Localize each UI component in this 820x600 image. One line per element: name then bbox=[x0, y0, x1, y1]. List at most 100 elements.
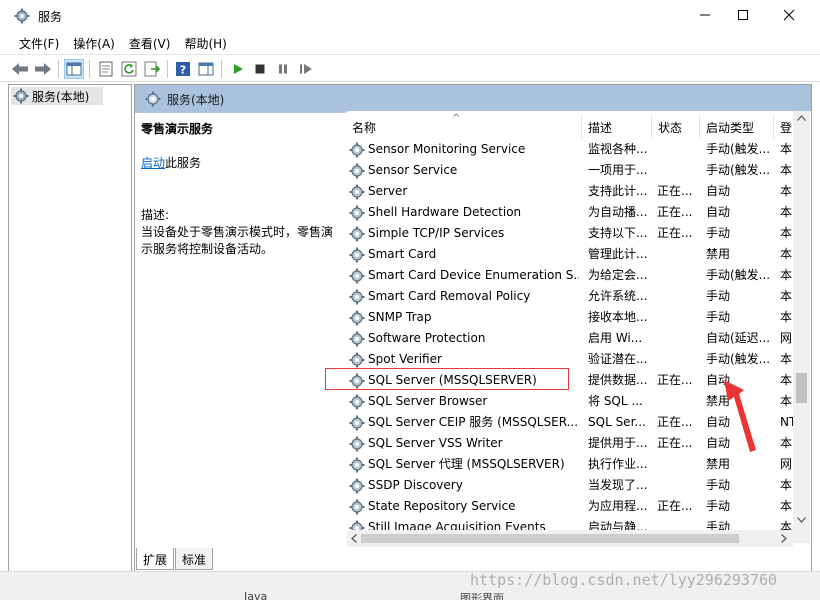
service-row[interactable]: Shell Hardware Detection 为自动播... 正在... 自动本 bbox=[342, 202, 802, 223]
service-description: SQL Ser... bbox=[588, 415, 646, 429]
service-name-cell: Smart Card Device Enumeration S... bbox=[349, 265, 579, 286]
service-status bbox=[657, 265, 699, 286]
back-button[interactable] bbox=[10, 59, 30, 79]
restart-service-button[interactable] bbox=[296, 59, 316, 79]
service-status bbox=[657, 454, 699, 475]
restart-icon bbox=[300, 64, 312, 74]
tab-standard[interactable]: 标准 bbox=[175, 548, 214, 570]
service-description: 监视各种... bbox=[588, 142, 648, 156]
service-status: 正在... bbox=[657, 205, 693, 219]
service-name: Sensor Monitoring Service bbox=[368, 142, 526, 156]
service-name: SQL Server Browser bbox=[368, 394, 488, 408]
menu-help[interactable]: 帮助(H) bbox=[177, 32, 233, 54]
annotation-arrow-icon bbox=[724, 380, 756, 452]
description-text: 当设备处于零售演示模式时，零售演示服务将控制设备活动。 bbox=[141, 225, 334, 256]
menu-file[interactable]: 文件(F) bbox=[12, 32, 66, 54]
services-gear-icon bbox=[145, 91, 161, 107]
view-tabs: 扩展 标准 bbox=[134, 548, 812, 570]
service-startup-type: 自动(延迟... bbox=[706, 331, 771, 345]
service-status bbox=[657, 475, 699, 496]
pause-icon bbox=[279, 64, 287, 74]
service-name: State Repository Service bbox=[368, 499, 516, 513]
vertical-scroll-thumb[interactable] bbox=[796, 373, 807, 403]
action-pane-button[interactable] bbox=[196, 59, 216, 79]
show-hide-tree-button[interactable] bbox=[64, 59, 84, 79]
service-row[interactable]: Simple TCP/IP Services 支持以下... 正在... 手动本 bbox=[342, 223, 802, 244]
stop-icon bbox=[255, 64, 265, 74]
start-service-button[interactable] bbox=[228, 59, 248, 79]
service-row[interactable]: Smart Card Device Enumeration S... 为给定会..… bbox=[342, 265, 802, 286]
service-row[interactable]: SQL Server 代理 (MSSQLSERVER) 执行作业... 禁用网 bbox=[342, 454, 802, 475]
service-row[interactable]: Sensor Monitoring Service 监视各种... 手动(触发...… bbox=[342, 139, 802, 160]
column-description-label: 描述 bbox=[588, 120, 613, 135]
service-startup-type: 禁用 bbox=[706, 457, 731, 471]
content-header-label: 服务(本地) bbox=[167, 92, 225, 107]
service-row[interactable]: SNMP Trap 接收本地... 手动本 bbox=[342, 307, 802, 328]
start-service-link[interactable]: 启动 bbox=[141, 156, 165, 170]
service-gear-icon bbox=[349, 226, 365, 241]
toolbar-separator bbox=[221, 60, 222, 78]
service-row[interactable]: Smart Card Removal Policy 允许系统... 手动本 bbox=[342, 286, 802, 307]
refresh-icon bbox=[121, 61, 137, 77]
service-startup-type: 自动 bbox=[706, 205, 731, 219]
service-name-cell: SQL Server Browser bbox=[349, 391, 579, 412]
toolbar-separator bbox=[167, 60, 168, 78]
service-row[interactable]: Spot Verifier 验证潜在... 手动(触发... 本 bbox=[342, 349, 802, 370]
service-description: 一项用于... bbox=[588, 163, 648, 177]
vertical-scrollbar[interactable] bbox=[793, 111, 810, 543]
service-name-cell: Software Protection bbox=[349, 328, 579, 349]
column-header-startup-type[interactable]: 启动类型 bbox=[700, 115, 774, 139]
pause-service-button[interactable] bbox=[273, 59, 293, 79]
service-row[interactable]: Smart Card 管理此计... 禁用本 bbox=[342, 244, 802, 265]
menu-action[interactable]: 操作(A) bbox=[66, 32, 122, 54]
service-description: 执行作业... bbox=[588, 457, 648, 471]
stop-service-button[interactable] bbox=[250, 59, 270, 79]
watermark: https://blog.csdn.net/lyy296293760 bbox=[470, 571, 778, 589]
properties-button[interactable] bbox=[96, 59, 116, 79]
tab-extended[interactable]: 扩展 bbox=[136, 548, 175, 570]
menu-view[interactable]: 查看(V) bbox=[122, 32, 178, 54]
content-header: 服务(本地) bbox=[135, 85, 811, 113]
service-name-cell: Shell Hardware Detection bbox=[349, 202, 579, 223]
service-name: Software Protection bbox=[368, 331, 486, 345]
horizontal-scroll-thumb[interactable] bbox=[361, 534, 739, 543]
service-startup-type: 手动 bbox=[706, 226, 731, 240]
service-description: 验证潜在... bbox=[588, 352, 648, 366]
play-icon bbox=[234, 64, 243, 74]
toolbar-separator bbox=[58, 60, 59, 78]
service-name: Smart Card bbox=[368, 247, 437, 261]
service-row[interactable]: Sensor Service 一项用于... 手动(触发... 本 bbox=[342, 160, 802, 181]
service-gear-icon bbox=[349, 436, 365, 451]
service-status bbox=[657, 286, 699, 307]
maximize-icon bbox=[738, 10, 748, 20]
maximize-button[interactable] bbox=[720, 0, 766, 30]
help-button[interactable]: ? bbox=[173, 59, 193, 79]
services-list: 名称 ^ 描述 状态 启动类型 登 Sensor Monitoring Serv… bbox=[342, 111, 811, 545]
forward-button[interactable] bbox=[33, 59, 53, 79]
start-service-suffix: 此服务 bbox=[165, 156, 202, 170]
column-header-name[interactable]: 名称 ^ bbox=[342, 113, 582, 139]
column-header-status[interactable]: 状态 bbox=[652, 115, 700, 139]
horizontal-scrollbar[interactable] bbox=[347, 530, 793, 547]
service-row[interactable]: State Repository Service 为应用程... 正在... 手动本 bbox=[342, 496, 802, 517]
service-row[interactable]: SSDP Discovery 当发现了... 手动本 bbox=[342, 475, 802, 496]
service-description: 为应用程... bbox=[588, 499, 648, 513]
selected-service-name: 零售演示服务 bbox=[141, 122, 214, 136]
service-row[interactable]: Software Protection 启用 Wi... 自动(延迟... 网 bbox=[342, 328, 802, 349]
close-button[interactable] bbox=[766, 0, 812, 30]
service-gear-icon bbox=[349, 457, 365, 472]
service-description: 提供用于... bbox=[588, 436, 648, 450]
refresh-button[interactable] bbox=[119, 59, 139, 79]
tree-item-services-local[interactable]: 服务(本地) bbox=[11, 87, 103, 105]
service-name: Smart Card Device Enumeration S... bbox=[368, 268, 579, 282]
service-gear-icon bbox=[349, 205, 365, 220]
service-name-cell: Spot Verifier bbox=[349, 349, 579, 370]
service-description: 接收本地... bbox=[588, 310, 648, 324]
export-list-button[interactable] bbox=[142, 59, 162, 79]
service-description: 提供数据... bbox=[588, 373, 648, 387]
service-description: 将 SQL ... bbox=[588, 394, 643, 408]
column-header-description[interactable]: 描述 bbox=[582, 115, 652, 139]
service-row[interactable]: Server 支持此计... 正在... 自动本 bbox=[342, 181, 802, 202]
back-arrow-icon bbox=[12, 63, 28, 75]
description-label: 描述: bbox=[141, 208, 170, 222]
